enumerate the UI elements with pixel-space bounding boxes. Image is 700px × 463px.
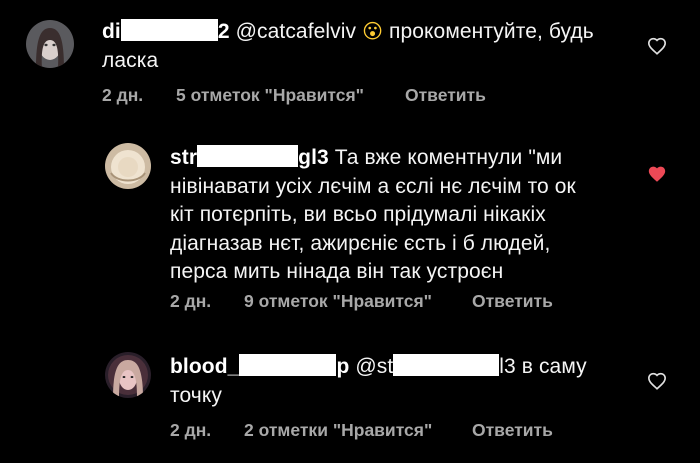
comment-time: 2 дн.: [170, 291, 212, 311]
username-redaction: [120, 19, 218, 41]
username[interactable]: str gl3: [170, 145, 329, 169]
comment-text-line: перса мить нінада він так устроєн: [170, 260, 504, 283]
comment-text-line: діагназав нєт, ажирєніє єсть і б людей,: [170, 231, 551, 255]
reply-button[interactable]: Ответить: [472, 420, 553, 441]
avatar-photo-1: [26, 20, 74, 68]
username-visible-end: 2: [217, 20, 230, 43]
avatar-photo-3: [105, 352, 151, 398]
mention-redaction: [393, 354, 500, 376]
reply-button[interactable]: Ответить: [472, 291, 553, 312]
comment-time: 2 дн.: [102, 85, 144, 105]
username-visible-start: blood_: [170, 355, 240, 378]
heart-filled-icon[interactable]: [647, 165, 667, 183]
comment-body: str gl3 Та вже коментнули "ми нівінавати …: [170, 144, 630, 287]
heart-outline-icon[interactable]: [647, 372, 667, 390]
username-redaction: [197, 145, 299, 167]
comment-line: blood_ p @st l3 в саму: [170, 353, 630, 382]
mention-visible-end: l3: [499, 355, 516, 378]
likes-count-link[interactable]: 5 отметок "Нравится": [176, 85, 364, 106]
comment-body: blood_ p @st l3 в саму точку: [170, 353, 630, 410]
comment-text: прокоментуйте, будь: [388, 20, 594, 43]
username-visible-end: gl3: [298, 146, 329, 169]
username-visible-end: p: [336, 355, 350, 378]
mention-visible-start: @st: [355, 355, 394, 378]
comment-line: di 2 @catcafelviv 😮 прокоментуйте, будь: [102, 17, 622, 47]
avatar[interactable]: [105, 352, 151, 398]
username[interactable]: blood_ p: [170, 354, 350, 378]
comment-text: в саму: [521, 355, 587, 378]
avatar-photo-2: [105, 143, 151, 189]
comment-text-line: точку: [170, 383, 222, 407]
mention-link[interactable]: @catcafelviv: [236, 20, 357, 43]
avatar[interactable]: [26, 20, 74, 68]
likes-count-link[interactable]: 2 отметки "Нравится": [244, 420, 432, 441]
comment-text-line: нівінавати усіх лєчім а єслі нє лєчім то…: [170, 174, 576, 198]
username[interactable]: di 2: [102, 19, 230, 43]
comment-text-line: ласка: [102, 48, 159, 72]
comment-text: Та вже коментнули "ми: [334, 146, 563, 169]
mention-link[interactable]: @st l3: [355, 354, 516, 378]
comment-time: 2 дн.: [170, 420, 212, 440]
likes-count-link[interactable]: 9 отметок "Нравится": [244, 291, 432, 312]
comment-line: str gl3 Та вже коментнули "ми: [170, 144, 630, 173]
astonished-face-icon: 😮: [362, 19, 384, 43]
username-visible-start: di: [102, 20, 121, 43]
reply-button[interactable]: Ответить: [405, 85, 486, 106]
heart-outline-icon[interactable]: [647, 37, 667, 55]
comment-body: di 2 @catcafelviv 😮 прокоментуйте, будь л…: [102, 17, 622, 75]
avatar[interactable]: [105, 143, 151, 189]
username-redaction: [239, 354, 337, 376]
comment-text-line: кіт потєрпіть, ви всьо прідумалі нікакіх: [170, 203, 546, 226]
username-visible-start: str: [170, 146, 198, 169]
